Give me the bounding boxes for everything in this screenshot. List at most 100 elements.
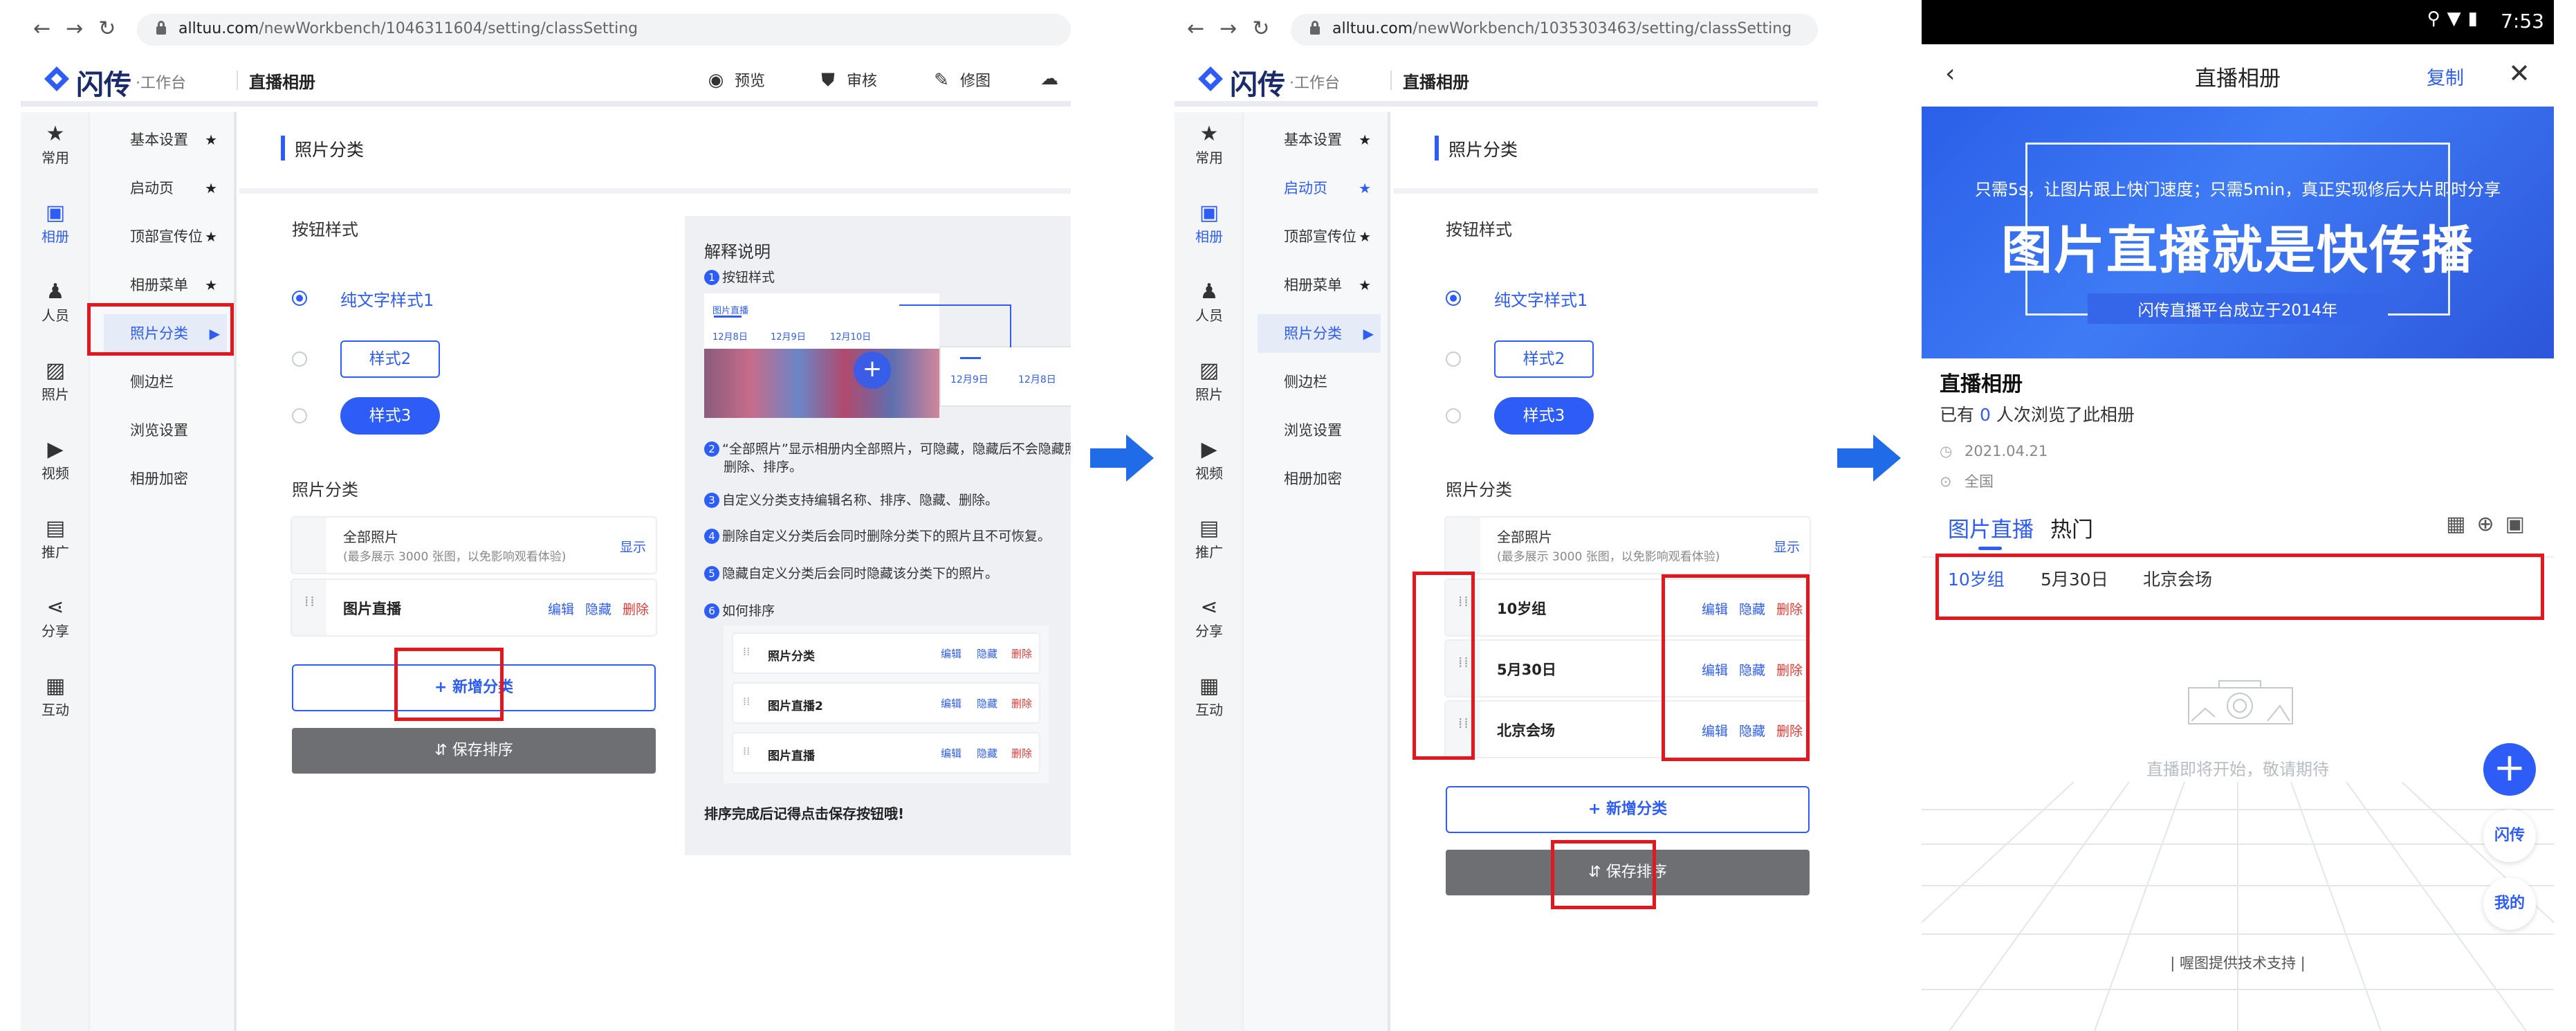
browser-toolbar: ←→↻ alltuu.com/newWorkbench/1046311604/s…	[21, 0, 1071, 58]
delete-button[interactable]: 删除	[623, 599, 649, 618]
subnav-basic[interactable]: 基本设置 ★	[104, 120, 227, 159]
mine-button[interactable]: 我的	[2483, 877, 2536, 930]
qrcode-icon[interactable]: ▦	[2446, 512, 2476, 536]
sort-reminder: 排序完成后记得点击保存按钮哦!	[704, 805, 905, 822]
logo-subtitle: ·工作台	[1289, 75, 1340, 92]
subnav-encrypt[interactable]: 相册加密	[1258, 459, 1381, 498]
highlight-drag-handles	[1413, 572, 1475, 760]
browser-nav-arrows[interactable]: ←→↻	[33, 17, 131, 41]
star-icon: ★	[1359, 277, 1371, 293]
rail-item-promote[interactable]: ▤ 推广	[21, 507, 90, 576]
subnav-menu[interactable]: 相册菜单 ★	[1258, 266, 1381, 304]
globe-icon[interactable]: ⊕	[2477, 512, 2505, 536]
edit-button[interactable]: 编辑	[548, 599, 574, 618]
style1-radio[interactable]	[292, 291, 307, 306]
rail-item-video[interactable]: ▶ 视频	[21, 428, 90, 497]
brush-icon: ✎	[934, 70, 949, 91]
rail-item-common[interactable]: ★ 常用	[1175, 112, 1244, 181]
style3-button[interactable]: 样式3	[1494, 397, 1594, 435]
category-row-all: 全部照片 (最多展示 3000 张图，以免影响观看体验) 显示	[1446, 518, 1810, 573]
subnav-encrypt[interactable]: 相册加密	[104, 459, 227, 498]
rail-item-promote[interactable]: ▤ 推广	[1175, 507, 1244, 576]
rail-item-common[interactable]: ★ 常用	[21, 112, 90, 181]
style1-radio[interactable]	[1446, 291, 1461, 306]
subnav-sidebar[interactable]: 侧边栏	[1258, 363, 1381, 401]
rail-item-share[interactable]: ⋖ 分享	[21, 585, 90, 655]
highlight-add-category	[394, 648, 504, 721]
cloud-icon[interactable]: ☁	[1040, 69, 1068, 89]
browser-nav-arrows[interactable]: ←→↻	[1187, 17, 1285, 41]
mobile-preview: ⚲▼▮ 7:53 ‹ 直播相册 复制 ✕ 只需5s，让图片跟上快门速度；只需5m…	[1922, 0, 2554, 1031]
subnav-launch[interactable]: 启动页 ★	[104, 169, 227, 208]
address-bar[interactable]: alltuu.com/newWorkbench/1035303463/setti…	[1291, 14, 1818, 46]
page-title-bar: 照片分类	[1393, 112, 1818, 194]
copy-link[interactable]: 复制	[2427, 63, 2464, 90]
address-bar[interactable]: alltuu.com/newWorkbench/1046311604/setti…	[137, 14, 1071, 46]
star-icon: ★	[1199, 122, 1219, 146]
logo-icon	[43, 65, 71, 93]
banner-caption: 闪传直播平台成立于2014年	[2137, 302, 2338, 320]
rail-item-video[interactable]: ▶ 视频	[1175, 428, 1244, 497]
star-icon: ★	[46, 122, 65, 146]
subnav-banner[interactable]: 顶部宣传位 ★	[1258, 217, 1381, 256]
style1-label[interactable]: 纯文字样式1	[1494, 286, 1588, 311]
camera-icon	[2184, 678, 2302, 727]
rail-item-people[interactable]: ♟ 人员	[21, 270, 90, 339]
add-category-button[interactable]: + 新增分类	[1446, 786, 1810, 833]
rail-item-photo[interactable]: ▨ 照片	[1175, 349, 1244, 418]
status-bar: ⚲▼▮ 7:53	[1922, 0, 2554, 44]
subnav-browse[interactable]: 浏览设置	[1258, 411, 1381, 450]
style2-radio[interactable]	[1446, 352, 1461, 367]
show-button[interactable]: 显示	[1774, 537, 1800, 556]
settings-subnav: 基本设置 ★ 启动页 ★ 顶部宣传位 ★ 相册菜单 ★ 照片分类 ▶ 侧边栏 浏览设置 相…	[1244, 112, 1390, 1031]
close-icon[interactable]: ✕	[2508, 58, 2530, 89]
add-fab-button[interactable]: +	[2483, 743, 2536, 796]
subnav-browse[interactable]: 浏览设置	[104, 411, 227, 450]
rail-item-share[interactable]: ⋖ 分享	[1175, 585, 1244, 655]
rail-item-album[interactable]: ▣ 相册	[21, 191, 90, 260]
tab-live-photos[interactable]: 图片直播	[1948, 512, 2034, 543]
rail-item-album[interactable]: ▣ 相册	[1175, 191, 1244, 260]
preview-button[interactable]: ◉ 预览	[707, 69, 765, 91]
shanchuan-button[interactable]: 闪传	[2483, 810, 2536, 862]
floor-grid	[1922, 782, 2554, 1031]
style3-radio[interactable]	[292, 408, 307, 423]
eye-icon: ◉	[708, 70, 724, 91]
style2-radio[interactable]	[292, 352, 307, 367]
hide-button[interactable]: 隐藏	[585, 599, 611, 618]
subnav-banner[interactable]: 顶部宣传位 ★	[104, 217, 227, 256]
highlight-row-actions	[1662, 574, 1810, 761]
promo-banner: 只需5s，让图片跟上快门速度；只需5min，真正实现修后大片即时分享 图片直播就…	[1922, 107, 2554, 358]
style2-button[interactable]: 样式2	[1494, 340, 1594, 378]
drag-handle[interactable]: ⁞⁞	[292, 580, 326, 635]
subnav-launch[interactable]: 启动页 ★	[1258, 169, 1381, 208]
subnav-basic[interactable]: 基本设置 ★	[1258, 120, 1381, 159]
star-icon: ★	[205, 228, 217, 245]
tab-hot[interactable]: 热门	[2050, 512, 2093, 543]
subnav-menu[interactable]: 相册菜单 ★	[104, 266, 227, 304]
album-title: 直播相册	[1940, 372, 2023, 396]
share-icon: ⋖	[1200, 595, 1218, 619]
subnav-photo-category[interactable]: 照片分类 ▶	[1258, 314, 1381, 353]
settings-subnav: 基本设置 ★ 启动页 ★ 顶部宣传位 ★ 相册菜单 ★ 照片分类 ▶ 侧边栏 浏览设置 相…	[90, 112, 237, 1031]
subnav-sidebar[interactable]: 侧边栏	[104, 363, 227, 401]
rail-item-people[interactable]: ♟ 人员	[1175, 270, 1244, 339]
style2-button[interactable]: 样式2	[340, 340, 440, 378]
style3-radio[interactable]	[1446, 408, 1461, 423]
chat-icon: ▦	[1199, 674, 1220, 698]
show-button[interactable]: 显示	[620, 537, 646, 556]
style3-button[interactable]: 样式3	[340, 397, 440, 435]
album-location: ⊙ 全国	[1940, 473, 1994, 490]
style1-label[interactable]: 纯文字样式1	[340, 286, 434, 311]
retouch-button[interactable]: ✎ 修图	[932, 69, 991, 91]
url-text: alltuu.com/newWorkbench/1046311604/setti…	[178, 20, 638, 37]
rail-item-photo[interactable]: ▨ 照片	[21, 349, 90, 418]
category-row[interactable]: ⁞⁞ 图片直播 编辑 隐藏 删除	[292, 580, 656, 635]
review-button[interactable]: ⛊ 审核	[819, 69, 877, 91]
rail-item-interact[interactable]: ▦ 互动	[21, 664, 90, 733]
grid-icon[interactable]: ▣	[2505, 512, 2536, 536]
share-icon: ⋖	[46, 595, 64, 619]
save-order-button[interactable]: ⇵ 保存排序	[292, 728, 656, 774]
rail-item-interact[interactable]: ▦ 互动	[1175, 664, 1244, 733]
arrow-right-icon	[1090, 435, 1154, 482]
